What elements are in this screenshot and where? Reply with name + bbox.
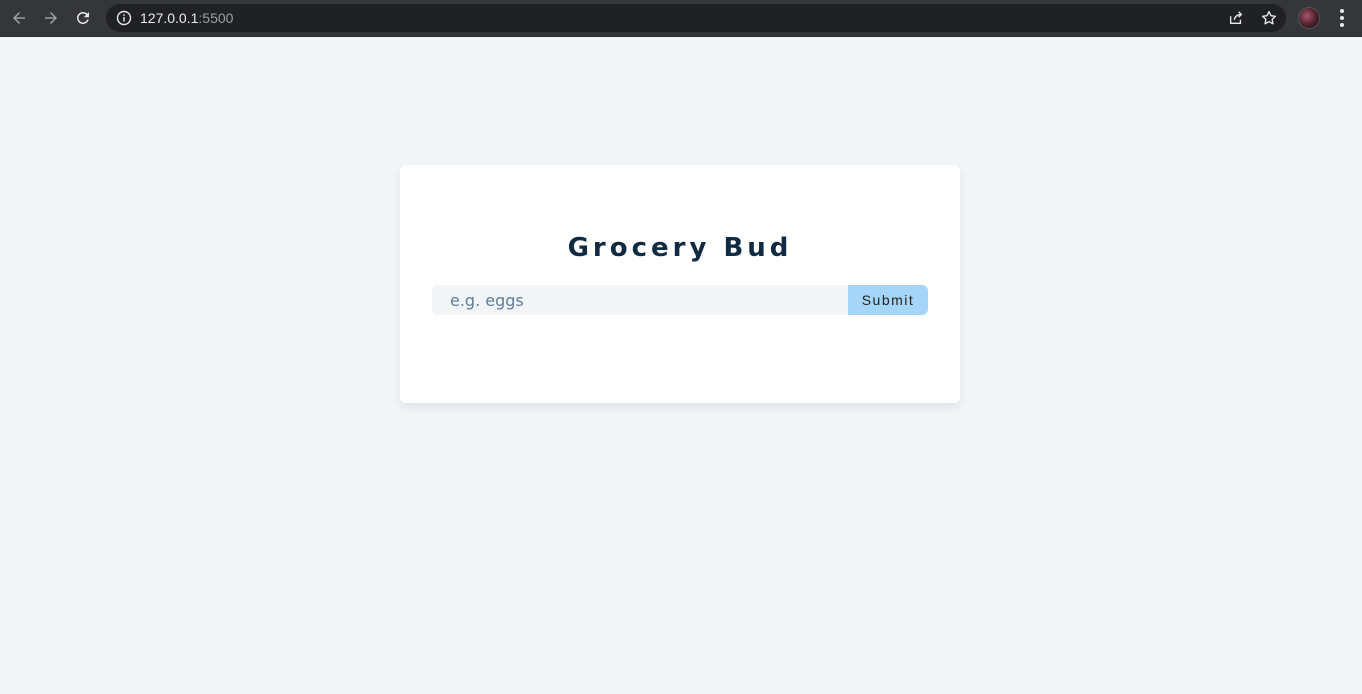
submit-button[interactable]: Submit xyxy=(848,285,928,315)
profile-avatar[interactable] xyxy=(1298,7,1320,29)
share-icon[interactable] xyxy=(1227,9,1245,27)
grocery-item-input[interactable] xyxy=(432,285,848,315)
browser-toolbar: 127.0.0.1:5500 xyxy=(0,0,1362,37)
back-arrow-icon[interactable] xyxy=(7,6,31,30)
url-port: :5500 xyxy=(198,10,234,26)
url-text[interactable]: 127.0.0.1:5500 xyxy=(140,10,233,26)
address-bar[interactable]: 127.0.0.1:5500 xyxy=(106,4,1286,32)
app-title: Grocery Bud xyxy=(567,233,793,263)
info-icon[interactable] xyxy=(116,10,132,26)
more-menu-icon[interactable] xyxy=(1332,6,1352,30)
bookmark-star-icon[interactable] xyxy=(1260,9,1278,27)
grocery-card: Grocery Bud Submit xyxy=(400,165,960,403)
url-host: 127.0.0.1 xyxy=(140,10,199,26)
forward-arrow-icon[interactable] xyxy=(39,6,63,30)
reload-icon[interactable] xyxy=(71,6,95,30)
grocery-form: Submit xyxy=(432,285,928,315)
